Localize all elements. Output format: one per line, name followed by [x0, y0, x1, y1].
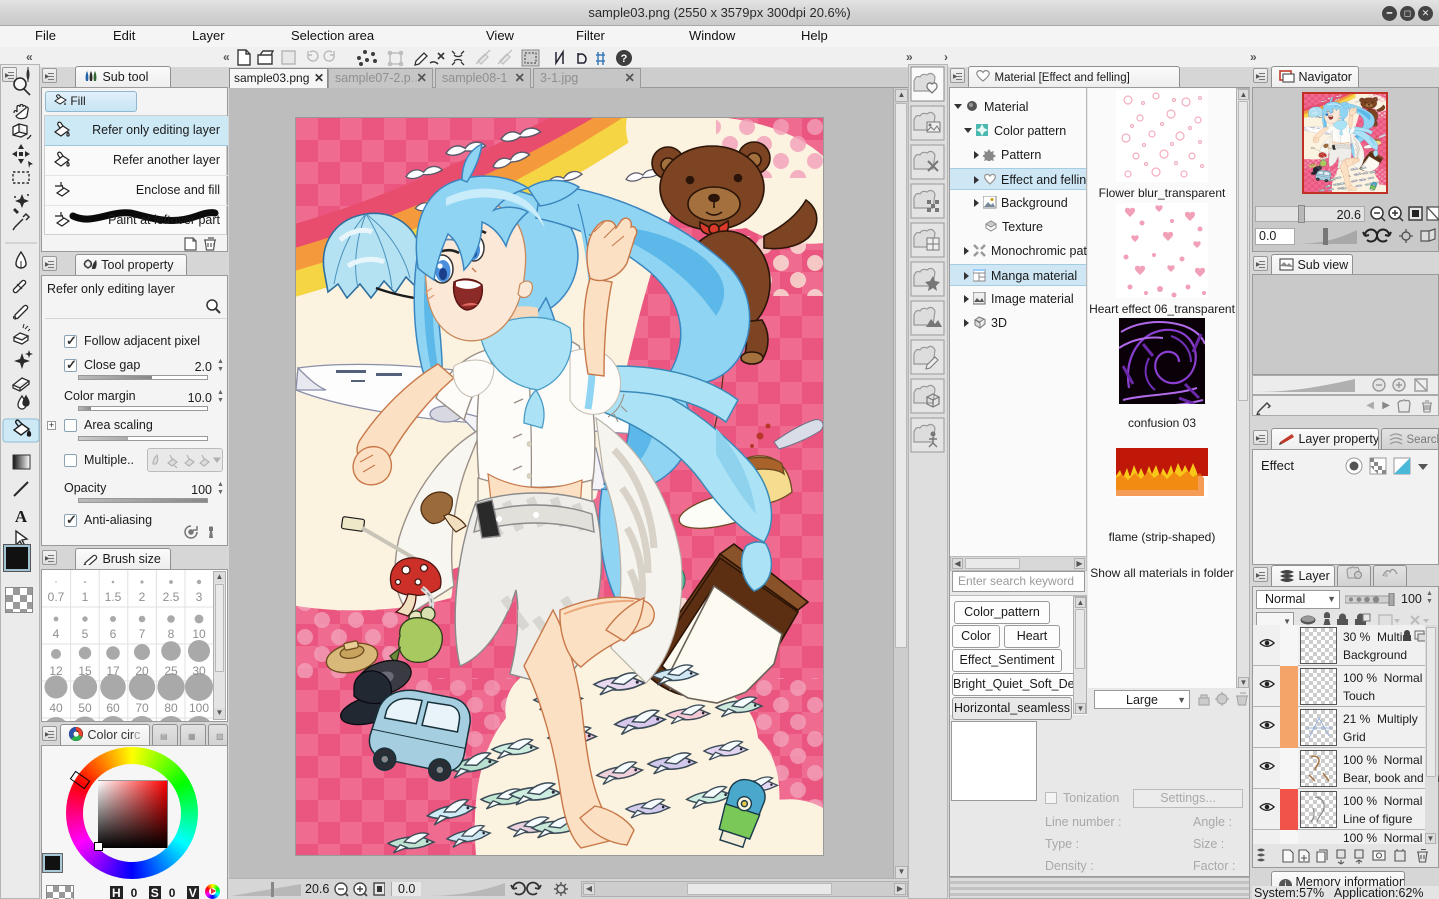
svg-text:15: 15 — [78, 664, 92, 678]
svg-text:100: 100 — [189, 701, 209, 715]
svg-text:25: 25 — [164, 664, 178, 678]
svg-text:50: 50 — [78, 701, 92, 715]
svg-text:A: A — [15, 507, 28, 526]
svg-text:30: 30 — [192, 664, 206, 678]
svg-text:40: 40 — [49, 701, 63, 715]
svg-text:2: 2 — [139, 590, 146, 604]
svg-text:70: 70 — [135, 701, 149, 715]
svg-text:0.7: 0.7 — [48, 590, 65, 604]
svg-text:20: 20 — [135, 664, 149, 678]
svg-text:1.5: 1.5 — [105, 590, 122, 604]
svg-text:8: 8 — [168, 627, 175, 641]
svg-text:3: 3 — [196, 590, 203, 604]
svg-text:80: 80 — [164, 701, 178, 715]
svg-text:?: ? — [621, 53, 628, 65]
svg-text:4: 4 — [53, 627, 60, 641]
svg-text:17: 17 — [106, 664, 120, 678]
svg-text:2.5: 2.5 — [163, 590, 180, 604]
svg-text:7: 7 — [139, 627, 146, 641]
svg-text:1: 1 — [82, 590, 89, 604]
svg-text:12: 12 — [49, 664, 63, 678]
svg-text:10: 10 — [192, 627, 206, 641]
svg-text:6: 6 — [110, 627, 117, 641]
svg-text:5: 5 — [82, 627, 89, 641]
svg-text:60: 60 — [106, 701, 120, 715]
